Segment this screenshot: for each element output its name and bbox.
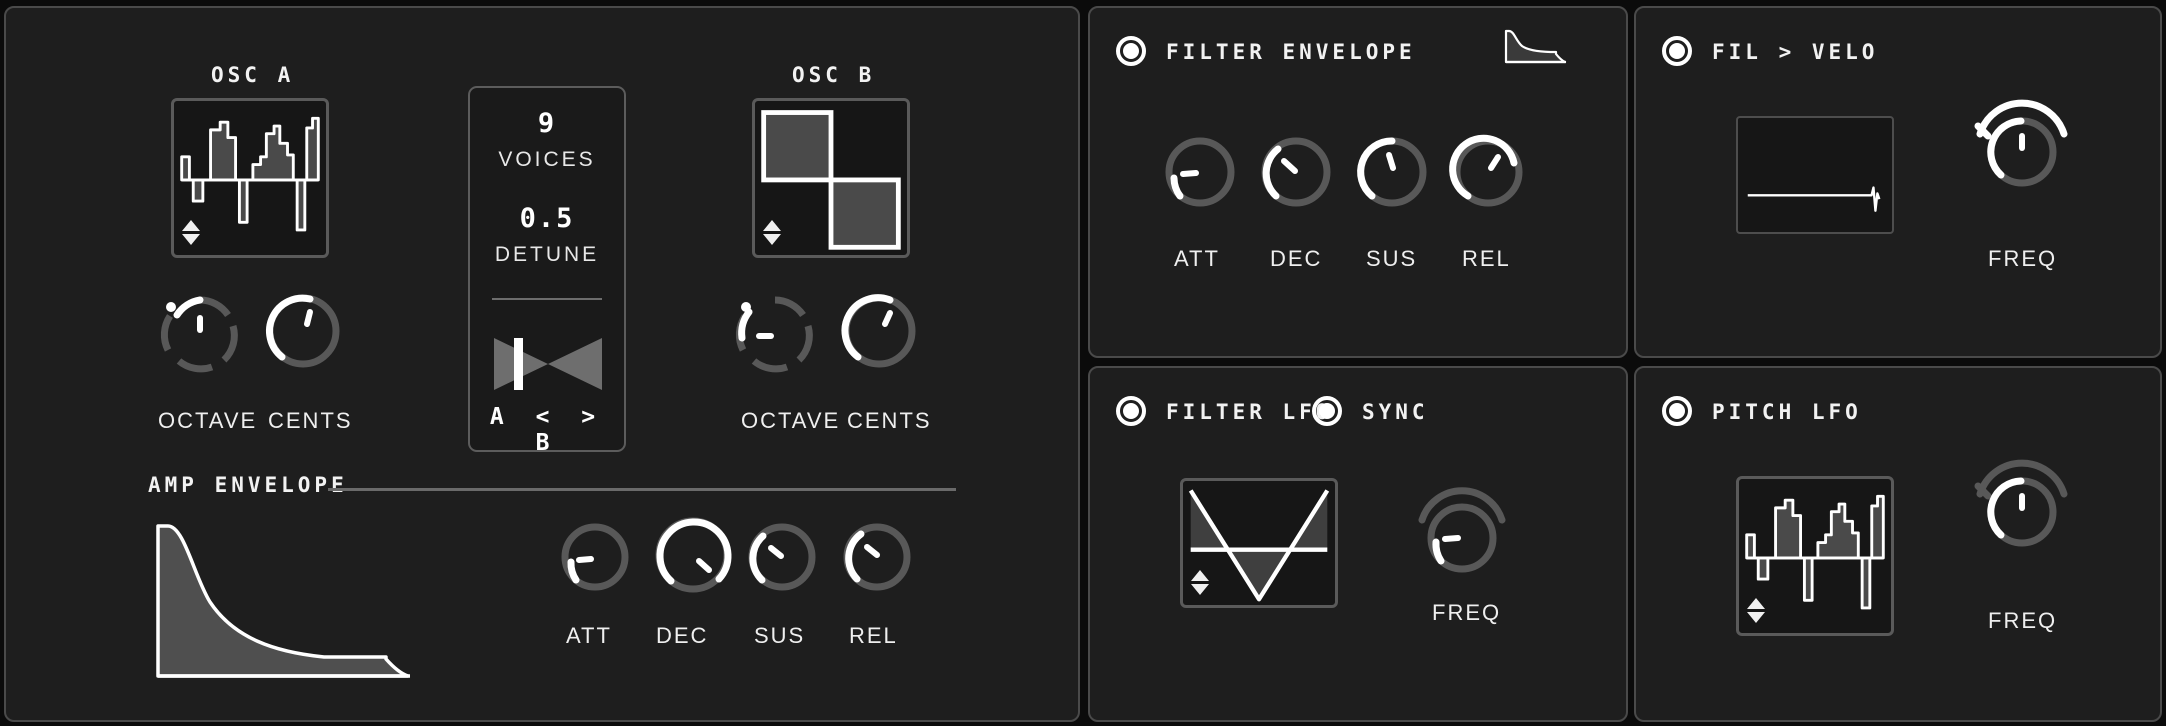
pitch-lfo-wave-down-icon[interactable] — [1747, 612, 1765, 623]
osc-b-wave-down-icon[interactable] — [763, 234, 781, 245]
pitch-lfo-wave-up-icon[interactable] — [1747, 598, 1765, 609]
osc-a-wave-up-icon[interactable] — [182, 220, 200, 231]
filter-velocity-panel: FIL > VELO FREQ — [1634, 6, 2162, 358]
filter-lfo-wave-up-icon[interactable] — [1191, 570, 1209, 581]
filter-lfo-toggle[interactable] — [1116, 396, 1146, 426]
amp-dec-label: DEC — [656, 623, 709, 648]
filter-lfo-toggle-dot — [1123, 403, 1139, 419]
fil-velo-toggle-dot — [1669, 43, 1685, 59]
voices-detune-module — [468, 86, 626, 452]
filter-lfo-freq-label: FREQ — [1432, 600, 1502, 625]
filter-env-rel-knob[interactable] — [1446, 130, 1530, 214]
filter-lfo-sync-title: SYNC — [1362, 400, 1429, 424]
pitch-lfo-title: PITCH LFO — [1712, 400, 1862, 424]
pitch-lfo-freq-label: FREQ — [1988, 608, 2058, 633]
pitch-lfo-toggle-dot — [1669, 403, 1685, 419]
filter-envelope-toggle[interactable] — [1116, 36, 1146, 66]
osc-a-waveform-display[interactable] — [171, 98, 329, 258]
filter-envelope-panel: FILTER ENVELOPE ATT DEC SUS REL — [1088, 6, 1628, 358]
amp-sus-knob[interactable] — [741, 516, 823, 598]
pitch-lfo-toggle[interactable] — [1662, 396, 1692, 426]
osc-b-wave-stepper[interactable] — [763, 220, 781, 245]
filter-lfo-wave-stepper[interactable] — [1191, 570, 1209, 595]
amp-dec-knob[interactable] — [646, 508, 740, 602]
osc-a-octave-knob[interactable] — [154, 288, 246, 380]
amp-envelope-divider — [328, 488, 956, 491]
velocity-curve-display[interactable] — [1736, 116, 1894, 234]
osc-a-octave-label: OCTAVE — [158, 408, 258, 433]
fil-velo-title: FIL > VELO — [1712, 40, 1879, 64]
envelope-thumbnail-icon — [1502, 26, 1574, 66]
osc-b-cents-knob[interactable] — [834, 286, 924, 376]
osc-a-cents-knob[interactable] — [258, 286, 348, 376]
filter-envelope-title: FILTER ENVELOPE — [1166, 40, 1416, 64]
filter-env-att-knob[interactable] — [1158, 130, 1242, 214]
osc-a-cents-label: CENTS — [268, 408, 353, 433]
amp-sus-label: SUS — [754, 623, 806, 648]
synth-plugin-window: OSC A OCTAVE CENTS 9 VOICES 0.5 DETUNE A… — [0, 0, 2166, 726]
osc-b-octave-label: OCTAVE — [741, 408, 841, 433]
amp-rel-knob[interactable] — [836, 516, 918, 598]
oscillator-panel: OSC A OCTAVE CENTS 9 VOICES 0.5 DETUNE A… — [4, 6, 1080, 722]
filter-env-att-label: ATT — [1174, 246, 1220, 271]
filter-lfo-title: FILTER LFO — [1166, 400, 1333, 424]
filter-lfo-waveform-display[interactable] — [1180, 478, 1338, 608]
detune-label: DETUNE — [494, 243, 600, 266]
filter-env-sus-knob[interactable] — [1350, 130, 1434, 214]
filter-envelope-toggle-dot — [1123, 43, 1139, 59]
fil-velo-toggle[interactable] — [1662, 36, 1692, 66]
filter-lfo-sync-toggle[interactable] — [1312, 396, 1342, 426]
amp-envelope-graph[interactable] — [154, 516, 479, 681]
amp-envelope-title: AMP ENVELOPE — [148, 473, 348, 497]
filter-env-rel-label: REL — [1462, 246, 1511, 271]
osc-b-wave-up-icon[interactable] — [763, 220, 781, 231]
filter-lfo-freq-knob[interactable] — [1410, 478, 1514, 582]
filter-lfo-wave-down-icon[interactable] — [1191, 584, 1209, 595]
ab-crossfade-label: A < > B — [489, 404, 605, 456]
osc-b-cents-label: CENTS — [847, 408, 932, 433]
osc-a-title: OSC A — [211, 63, 295, 87]
voices-value[interactable]: 9 — [468, 108, 626, 139]
fil-velo-freq-knob[interactable] — [1966, 86, 2078, 198]
voices-label: VOICES — [498, 148, 596, 171]
osc-b-title: OSC B — [792, 63, 876, 87]
filter-env-dec-knob[interactable] — [1254, 130, 1338, 214]
osc-a-wave-down-icon[interactable] — [182, 234, 200, 245]
osc-b-octave-knob[interactable] — [729, 288, 821, 380]
fil-velo-freq-label: FREQ — [1988, 246, 2058, 271]
detune-value[interactable]: 0.5 — [468, 203, 626, 234]
osc-b-waveform-display[interactable] — [752, 98, 910, 258]
pitch-lfo-waveform-display[interactable] — [1736, 476, 1894, 636]
voices-module-divider — [492, 298, 602, 300]
pitch-lfo-wave-stepper[interactable] — [1747, 598, 1765, 623]
amp-rel-label: REL — [849, 623, 898, 648]
pitch-lfo-panel: PITCH LFO FREQ — [1634, 366, 2162, 722]
osc-a-wave-stepper[interactable] — [182, 220, 200, 245]
amp-att-knob[interactable] — [554, 516, 636, 598]
sync-toggle-dot — [1319, 403, 1335, 419]
filter-env-dec-label: DEC — [1270, 246, 1323, 271]
filter-env-sus-label: SUS — [1366, 246, 1418, 271]
pitch-lfo-freq-knob[interactable] — [1966, 446, 2078, 558]
ab-crossfade-slider[interactable] — [494, 336, 602, 392]
amp-att-label: ATT — [566, 623, 612, 648]
filter-lfo-panel: FILTER LFO SYNC FREQ — [1088, 366, 1628, 722]
